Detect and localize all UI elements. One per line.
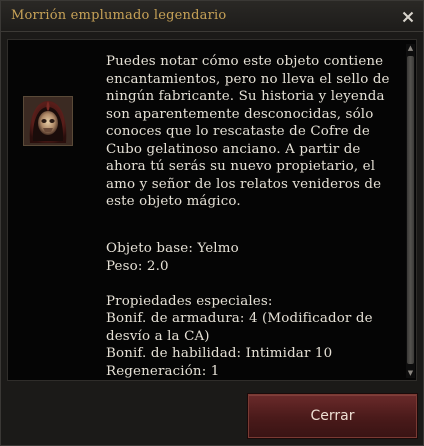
- close-button[interactable]: Cerrar: [248, 394, 417, 438]
- property-armor-bonus: Bonif. de armadura: 4 (Modificador de de…: [106, 311, 373, 344]
- helmet-icon: [23, 96, 73, 146]
- scroll-up-arrow-icon[interactable]: ▲: [406, 44, 415, 53]
- item-description: Puedes notar cómo este objeto contiene e…: [106, 54, 390, 209]
- property-regeneration: Regeneración: 1: [106, 363, 220, 379]
- close-icon[interactable]: [399, 8, 417, 26]
- special-properties-heading: Propiedades especiales:: [106, 293, 273, 309]
- description-scrollbar[interactable]: ▲ ▼: [406, 44, 415, 378]
- scroll-thumb[interactable]: [407, 56, 414, 364]
- scroll-down-arrow-icon[interactable]: ▼: [406, 369, 415, 378]
- item-details-panel: Puedes notar cómo este objeto contiene e…: [7, 39, 417, 381]
- property-skill-bonus: Bonif. de habilidad: Intimidar 10: [106, 346, 333, 361]
- window-title: Morrión emplumado legendario: [11, 8, 227, 23]
- base-object: Objeto base: Yelmo: [106, 241, 239, 256]
- button-bar: Cerrar: [1, 386, 423, 445]
- item-stats: Objeto base: Yelmo Peso: 2.0 Propiedades…: [106, 240, 402, 380]
- item-weight: Peso: 2.0: [106, 258, 169, 274]
- item-info-window: Morrión emplumado legendario Puedes nota…: [0, 0, 424, 446]
- title-bar: Morrión emplumado legendario: [1, 1, 423, 32]
